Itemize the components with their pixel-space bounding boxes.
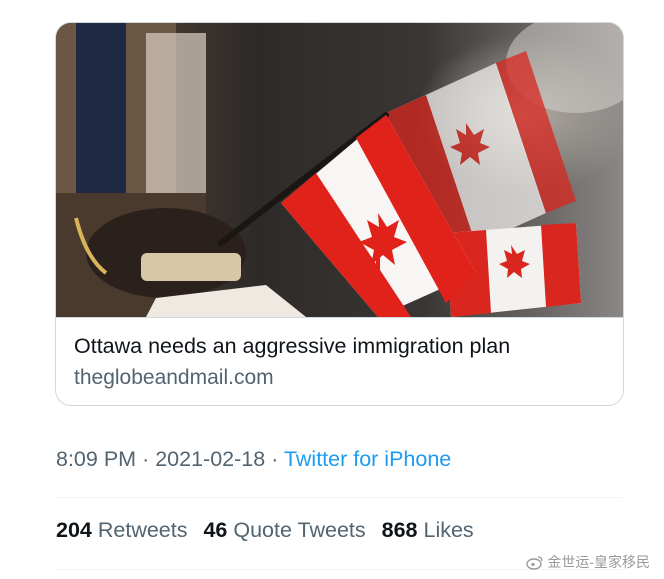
tweet-date[interactable]: 2021-02-18: [155, 447, 265, 471]
link-preview-card[interactable]: Ottawa needs an aggressive immigration p…: [55, 22, 624, 406]
weibo-icon: [526, 556, 543, 570]
watermark-text: 金世运-皇家移民: [547, 554, 650, 570]
retweets-count: 204: [56, 518, 92, 542]
tweet-time[interactable]: 8:09 PM: [56, 447, 136, 471]
quote-tweets-stat[interactable]: 46 Quote Tweets: [203, 518, 365, 542]
meta-separator: ·: [271, 447, 279, 471]
likes-stat[interactable]: 868 Likes: [382, 518, 474, 542]
retweets-label: Retweets: [97, 518, 188, 542]
card-title[interactable]: Ottawa needs an aggressive immigration p…: [74, 334, 510, 359]
tweet-stats: 204 Retweets 46 Quote Tweets 868 Likes: [56, 518, 484, 543]
quote-tweets-label: Quote Tweets: [233, 518, 366, 542]
tweet-meta: 8:09 PM · 2021-02-18 · Twitter for iPhon…: [56, 447, 451, 472]
watermark: 金世运-皇家移民: [526, 552, 650, 572]
card-domain: theglobeandmail.com: [74, 366, 274, 389]
retweets-stat[interactable]: 204 Retweets: [56, 518, 187, 542]
quote-tweets-count: 46: [203, 518, 228, 542]
likes-count: 868: [381, 518, 418, 542]
meta-separator: ·: [142, 447, 150, 471]
tweet-source[interactable]: Twitter for iPhone: [284, 447, 451, 471]
card-text-area[interactable]: Ottawa needs an aggressive immigration p…: [56, 317, 623, 405]
divider: [56, 497, 622, 498]
likes-label: Likes: [423, 518, 474, 542]
article-image: [56, 23, 623, 317]
